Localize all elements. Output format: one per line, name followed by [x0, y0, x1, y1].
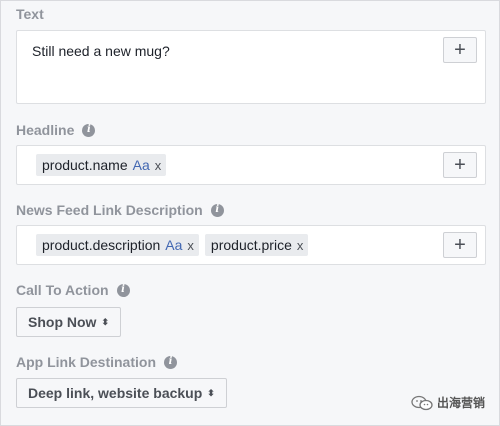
- token-text: product.price: [210, 237, 292, 253]
- call-to-action-label-text: Call To Action: [16, 282, 109, 298]
- text-format-icon[interactable]: Aa: [165, 237, 182, 253]
- token-product-price[interactable]: product.price x: [204, 234, 309, 256]
- text-format-icon[interactable]: Aa: [133, 157, 150, 173]
- headline-label-text: Headline: [16, 122, 75, 138]
- token-product-description[interactable]: product.description Aa x: [36, 234, 199, 256]
- app-link-destination-label-text: App Link Destination: [16, 354, 156, 370]
- token-text: product.name: [42, 157, 128, 173]
- link-description-label-text: News Feed Link Description: [16, 202, 203, 218]
- app-link-destination-label: App Link Destination i: [16, 354, 177, 370]
- call-to-action-select[interactable]: Shop Now ⬍: [16, 307, 121, 337]
- add-text-button[interactable]: +: [443, 37, 477, 63]
- info-icon[interactable]: i: [210, 203, 224, 217]
- token-product-name[interactable]: product.name Aa x: [36, 154, 167, 176]
- call-to-action-value: Shop Now: [28, 314, 97, 330]
- remove-token-icon[interactable]: x: [297, 238, 304, 253]
- watermark-text: 出海营销: [436, 396, 485, 410]
- sort-caret-icon: ⬍: [207, 387, 215, 398]
- info-icon[interactable]: i: [164, 355, 177, 369]
- text-field-value: Still need a new mug?: [32, 43, 170, 59]
- token-text: product.description: [42, 237, 161, 253]
- add-headline-button[interactable]: +: [443, 152, 477, 178]
- text-label: Text: [16, 6, 44, 22]
- info-icon[interactable]: i: [82, 123, 96, 137]
- link-description-tokens: product.description Aa x product.price x: [36, 234, 309, 256]
- app-link-destination-value: Deep link, website backup: [28, 385, 203, 401]
- headline-field[interactable]: product.name Aa x +: [16, 145, 486, 185]
- text-label-text: Text: [16, 6, 44, 22]
- info-icon[interactable]: i: [116, 283, 130, 297]
- text-field[interactable]: Still need a new mug? +: [16, 30, 486, 104]
- remove-token-icon[interactable]: x: [187, 238, 194, 253]
- add-link-description-button[interactable]: +: [443, 232, 477, 258]
- link-description-label: News Feed Link Description i: [16, 202, 224, 218]
- app-link-destination-select[interactable]: Deep link, website backup ⬍: [16, 378, 227, 408]
- remove-token-icon[interactable]: x: [155, 158, 162, 173]
- headline-tokens: product.name Aa x: [36, 154, 167, 176]
- watermark: 出海营销: [411, 394, 485, 411]
- ad-creative-panel: Text Still need a new mug? + Headline i …: [0, 0, 500, 426]
- call-to-action-label: Call To Action i: [16, 282, 130, 298]
- headline-label: Headline i: [16, 122, 96, 138]
- plus-icon: +: [454, 39, 466, 61]
- wechat-icon: [411, 395, 433, 410]
- plus-icon: +: [454, 234, 466, 256]
- plus-icon: +: [454, 154, 466, 176]
- sort-caret-icon: ⬍: [101, 316, 109, 327]
- link-description-field[interactable]: product.description Aa x product.price x…: [16, 225, 486, 265]
